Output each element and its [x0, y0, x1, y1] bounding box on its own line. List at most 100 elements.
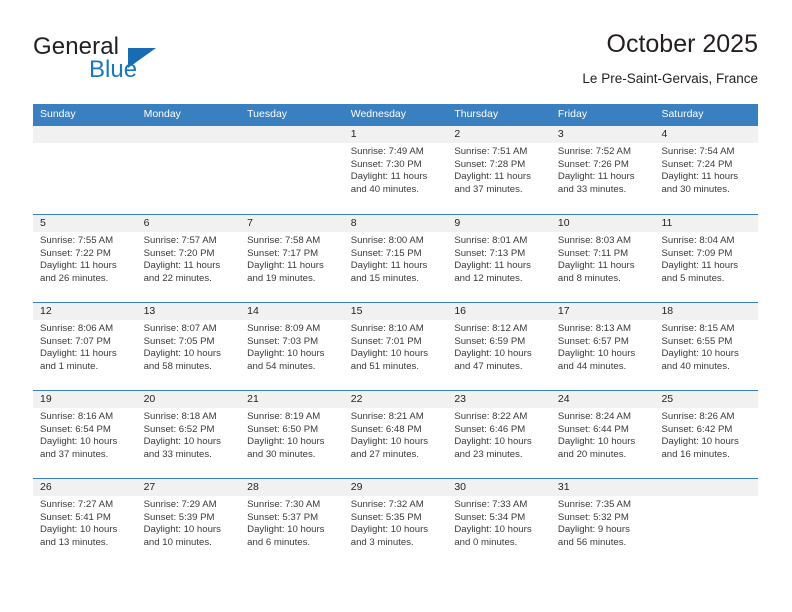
calendar-day-cell[interactable]: 17 Sunrise: 8:13 AM Sunset: 6:57 PM Dayligh…: [550, 303, 655, 390]
sun-info: Sunrise: 8:01 AM Sunset: 7:13 PM Daylight:…: [447, 232, 551, 285]
day-number: 6: [136, 215, 241, 232]
calendar-day-cell[interactable]: 23 Sunrise: 8:22 AM Sunset: 6:46 PM Dayligh…: [447, 391, 551, 478]
sun-info: Sunrise: 7:49 AM Sunset: 7:30 PM Daylight:…: [344, 143, 448, 196]
sunset-text: Sunset: 6:50 PM: [247, 423, 319, 435]
calendar-day-cell[interactable]: 16 Sunrise: 8:12 AM Sunset: 6:59 PM Dayligh…: [447, 303, 551, 390]
sunset-text: Sunset: 5:35 PM: [350, 511, 422, 523]
daylight-text-line2: and 30 minutes.: [247, 448, 316, 460]
calendar-day-cell[interactable]: 26 Sunrise: 7:27 AM Sunset: 5:41 PM Dayligh…: [33, 479, 137, 566]
day-number: 21: [240, 391, 344, 408]
sun-info: Sunrise: 8:09 AM Sunset: 7:03 PM Daylight:…: [240, 320, 344, 373]
calendar-week-row: 26 Sunrise: 7:27 AM Sunset: 5:41 PM Dayligh…: [33, 478, 759, 566]
daylight-text-line1: Daylight: 11 hours: [143, 260, 221, 272]
calendar-day-cell[interactable]: 28 Sunrise: 7:30 AM Sunset: 5:37 PM Dayligh…: [240, 479, 344, 566]
calendar-day-cell[interactable]: 27 Sunrise: 7:29 AM Sunset: 5:39 PM Dayligh…: [136, 479, 241, 566]
sunrise-text: Sunrise: 7:33 AM: [454, 499, 528, 510]
day-number: 10: [550, 215, 655, 232]
calendar-day-cell[interactable]: 19 Sunrise: 8:16 AM Sunset: 6:54 PM Dayligh…: [33, 391, 137, 478]
calendar-day-cell[interactable]: 25 Sunrise: 8:26 AM Sunset: 6:42 PM Dayligh…: [654, 391, 759, 478]
sunrise-text: Sunrise: 8:24 AM: [557, 411, 631, 422]
calendar-day-cell-empty: [654, 479, 759, 566]
calendar-day-cell[interactable]: 4 Sunrise: 7:54 AM Sunset: 7:24 PM Daylight…: [654, 126, 759, 214]
weekday-header-row: Sunday Monday Tuesday Wednesday Thursday Frid…: [33, 104, 758, 126]
calendar-day-cell[interactable]: 13 Sunrise: 8:07 AM Sunset: 7:05 PM Dayligh…: [136, 303, 241, 390]
day-number: 30: [447, 479, 551, 496]
daylight-text-line1: Daylight: 10 hours: [661, 348, 739, 360]
daylight-text-line2: and 23 minutes.: [454, 448, 523, 460]
sun-info: Sunrise: 8:19 AM Sunset: 6:50 PM Daylight:…: [240, 408, 344, 461]
sunrise-text: Sunrise: 8:09 AM: [247, 323, 321, 334]
calendar-day-cell[interactable]: 6 Sunrise: 7:57 AM Sunset: 7:20 PM Daylight…: [136, 215, 241, 302]
calendar-day-cell[interactable]: 1 Sunrise: 7:49 AM Sunset: 7:30 PM Daylight…: [343, 126, 448, 214]
general-blue-logo[interactable]: General Blue: [33, 34, 263, 90]
day-number: 8: [343, 215, 448, 232]
sunset-text: Sunset: 7:17 PM: [247, 247, 319, 259]
sunrise-text: Sunrise: 7:49 AM: [350, 146, 424, 157]
calendar-day-cell[interactable]: 5 Sunrise: 7:55 AM Sunset: 7:22 PM Daylight…: [33, 215, 137, 302]
calendar-day-cell[interactable]: 9 Sunrise: 8:01 AM Sunset: 7:13 PM Daylight…: [447, 215, 551, 302]
daylight-text-line1: Daylight: 11 hours: [40, 260, 117, 272]
calendar-day-cell[interactable]: 31 Sunrise: 7:35 AM Sunset: 5:32 PM Dayligh…: [550, 479, 655, 566]
calendar-day-cell[interactable]: 2 Sunrise: 7:51 AM Sunset: 7:28 PM Daylight…: [447, 126, 551, 214]
sun-info: Sunrise: 7:35 AM Sunset: 5:32 PM Daylight:…: [551, 496, 655, 549]
calendar-day-cell[interactable]: 11 Sunrise: 8:04 AM Sunset: 7:09 PM Dayligh…: [654, 215, 759, 302]
daylight-text-line2: and 54 minutes.: [247, 360, 316, 372]
sunrise-text: Sunrise: 7:27 AM: [40, 499, 114, 510]
title-block: October 2025 Le Pre-Saint-Gervais, Franc…: [582, 28, 758, 87]
sun-info: Sunrise: 8:24 AM Sunset: 6:44 PM Daylight:…: [551, 408, 655, 461]
calendar-day-cell[interactable]: 12 Sunrise: 8:06 AM Sunset: 7:07 PM Dayligh…: [33, 303, 137, 390]
weekday-header-monday: Monday: [143, 108, 181, 120]
sunrise-text: Sunrise: 7:29 AM: [143, 499, 217, 510]
sunrise-text: Sunrise: 8:03 AM: [557, 235, 631, 246]
sun-info: Sunrise: 7:27 AM Sunset: 5:41 PM Daylight:…: [33, 496, 137, 549]
sun-info: Sunrise: 8:07 AM Sunset: 7:05 PM Daylight:…: [137, 320, 241, 373]
page-title: October 2025: [606, 30, 759, 58]
daylight-text-line2: and 26 minutes.: [40, 272, 109, 284]
daylight-text-line1: Daylight: 11 hours: [454, 171, 531, 183]
daylight-text-line2: and 51 minutes.: [350, 360, 420, 372]
daylight-text-line2: and 58 minutes.: [143, 360, 212, 372]
daylight-text-line2: and 27 minutes.: [350, 448, 420, 460]
sunrise-text: Sunrise: 8:19 AM: [247, 411, 321, 422]
calendar-day-cell[interactable]: 15 Sunrise: 8:10 AM Sunset: 7:01 PM Dayligh…: [343, 303, 448, 390]
daylight-text-line2: and 22 minutes.: [143, 272, 212, 284]
sunrise-text: Sunrise: 8:06 AM: [40, 323, 114, 334]
sunrise-text: Sunrise: 7:58 AM: [247, 235, 321, 246]
sun-info: Sunrise: 8:12 AM Sunset: 6:59 PM Daylight:…: [447, 320, 551, 373]
calendar-day-cell[interactable]: 20 Sunrise: 8:18 AM Sunset: 6:52 PM Dayligh…: [136, 391, 241, 478]
daylight-text-line1: Daylight: 9 hours: [557, 524, 630, 536]
calendar-weeks: 1 Sunrise: 7:49 AM Sunset: 7:30 PM Daylight…: [33, 126, 759, 566]
sun-info: Sunrise: 7:58 AM Sunset: 7:17 PM Daylight:…: [240, 232, 344, 285]
sun-info: Sunrise: 8:26 AM Sunset: 6:42 PM Daylight:…: [654, 408, 758, 461]
daylight-text-line1: Daylight: 10 hours: [557, 348, 636, 360]
calendar-day-cell[interactable]: 22 Sunrise: 8:21 AM Sunset: 6:48 PM Dayligh…: [343, 391, 448, 478]
sun-info: Sunrise: 8:16 AM Sunset: 6:54 PM Daylight:…: [33, 408, 137, 461]
daylight-text-line1: Daylight: 11 hours: [350, 260, 428, 272]
calendar-week-row: 5 Sunrise: 7:55 AM Sunset: 7:22 PM Daylight…: [33, 214, 759, 302]
calendar-day-cell[interactable]: 14 Sunrise: 8:09 AM Sunset: 7:03 PM Dayligh…: [240, 303, 344, 390]
page-header: General Blue October 2025 Le Pre-Saint-G…: [33, 28, 758, 98]
calendar-day-cell-empty: [33, 126, 137, 214]
sunrise-text: Sunrise: 8:12 AM: [454, 323, 528, 334]
daylight-text-line2: and 0 minutes.: [454, 536, 518, 548]
calendar-day-cell[interactable]: 18 Sunrise: 8:15 AM Sunset: 6:55 PM Dayligh…: [654, 303, 759, 390]
calendar-day-cell[interactable]: 8 Sunrise: 8:00 AM Sunset: 7:15 PM Daylight…: [343, 215, 448, 302]
daylight-text-line2: and 56 minutes.: [557, 536, 627, 548]
calendar-day-cell[interactable]: 24 Sunrise: 8:24 AM Sunset: 6:44 PM Dayligh…: [550, 391, 655, 478]
daylight-text-line1: Daylight: 10 hours: [557, 436, 636, 448]
sunset-text: Sunset: 7:28 PM: [454, 158, 526, 170]
calendar-day-cell[interactable]: 29 Sunrise: 7:32 AM Sunset: 5:35 PM Dayligh…: [343, 479, 448, 566]
daylight-text-line1: Daylight: 10 hours: [40, 524, 118, 536]
sunrise-text: Sunrise: 8:07 AM: [143, 323, 217, 334]
sunrise-text: Sunrise: 7:55 AM: [40, 235, 114, 246]
sunset-text: Sunset: 7:13 PM: [454, 247, 526, 259]
calendar-day-cell[interactable]: 30 Sunrise: 7:33 AM Sunset: 5:34 PM Dayligh…: [447, 479, 551, 566]
calendar-day-cell[interactable]: 7 Sunrise: 7:58 AM Sunset: 7:17 PM Daylight…: [240, 215, 344, 302]
calendar-day-cell[interactable]: 10 Sunrise: 8:03 AM Sunset: 7:11 PM Dayligh…: [550, 215, 655, 302]
calendar-day-cell[interactable]: 21 Sunrise: 8:19 AM Sunset: 6:50 PM Dayligh…: [240, 391, 344, 478]
logo-text-blue: Blue: [89, 56, 138, 83]
calendar-day-cell[interactable]: 3 Sunrise: 7:52 AM Sunset: 7:26 PM Daylight…: [550, 126, 655, 214]
daylight-text-line1: Daylight: 11 hours: [40, 348, 117, 360]
sunrise-text: Sunrise: 8:26 AM: [661, 411, 735, 422]
day-number: 25: [654, 391, 759, 408]
